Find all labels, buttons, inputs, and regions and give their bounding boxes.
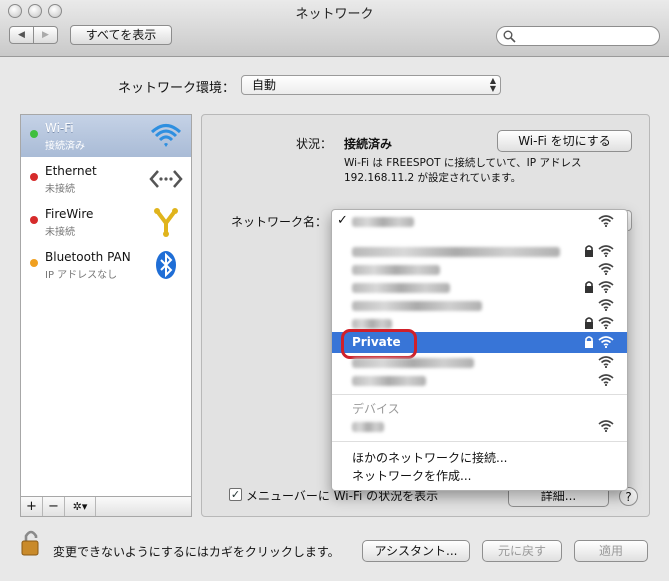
service-name: FireWire	[45, 207, 94, 221]
lock-icon	[585, 336, 593, 348]
status-dot	[30, 173, 38, 181]
redacted-network-name	[352, 217, 414, 227]
service-list-toolbar: + − ✲▾	[20, 496, 192, 517]
location-value: 自動	[252, 78, 277, 92]
redacted-device-name	[352, 422, 384, 432]
service-status: 未接続	[45, 227, 75, 238]
service-list: Wi-Fi 接続済み Ethernet 未接続 FireWire 未接続 Blu…	[20, 114, 192, 517]
bluetooth-icon	[156, 251, 176, 279]
select-arrows-icon: ▲ ▼	[489, 76, 496, 93]
window-titlebar: ネットワーク ◀ ▶ すべてを表示	[0, 0, 669, 57]
menu-item-device[interactable]	[332, 416, 627, 437]
create-network-label: ネットワークを作成...	[352, 469, 472, 483]
network-name-label: ネットワーク名：	[231, 215, 328, 229]
wifi-signal-icon	[598, 317, 614, 329]
redacted-network-name	[352, 283, 450, 293]
menu-separator	[332, 394, 627, 395]
wifi-signal-icon	[598, 356, 614, 368]
wifi-signal-icon	[598, 245, 614, 257]
service-name: Wi-Fi	[45, 121, 74, 135]
add-service-button[interactable]: +	[21, 497, 43, 516]
redacted-network-name	[352, 265, 440, 275]
apply-button[interactable]: 適用	[574, 540, 648, 562]
status-description-line2: 192.168.11.2 が設定されています。	[344, 172, 522, 184]
redacted-network-name	[352, 376, 426, 386]
service-item-wifi[interactable]: Wi-Fi 接続済み	[21, 115, 191, 157]
revert-button[interactable]: 元に戻す	[482, 540, 562, 562]
ethernet-icon	[149, 170, 183, 188]
menu-item-create-network[interactable]: ネットワークを作成...	[332, 464, 627, 485]
lock-icon	[585, 317, 593, 329]
wifi-icon	[150, 124, 182, 147]
lock-icon[interactable]	[20, 529, 42, 557]
service-status: 接続済み	[45, 141, 85, 152]
wifi-signal-icon	[598, 215, 614, 227]
status-dot	[30, 130, 38, 138]
assistant-button[interactable]: アシスタント...	[362, 540, 470, 562]
service-item-firewire[interactable]: FireWire 未接続	[21, 201, 191, 243]
back-arrow-icon: ◀	[18, 30, 25, 40]
wifi-signal-icon	[598, 299, 614, 311]
wifi-signal-icon	[598, 336, 614, 348]
redacted-network-name	[352, 358, 474, 368]
service-item-bluetooth-pan[interactable]: Bluetooth PAN IP アドレスなし	[21, 244, 191, 286]
forward-arrow-icon: ▶	[42, 30, 49, 40]
lock-icon	[585, 245, 593, 257]
search-field[interactable]	[496, 26, 660, 46]
redacted-network-name	[352, 301, 482, 311]
forward-button[interactable]: ▶	[33, 26, 58, 44]
redacted-network-name	[352, 247, 560, 257]
menu-item-network[interactable]	[332, 370, 627, 391]
service-name: Bluetooth PAN	[45, 250, 131, 264]
status-dot	[30, 216, 38, 224]
back-button[interactable]: ◀	[9, 26, 34, 44]
redacted-network-name	[352, 319, 392, 329]
firewire-icon	[154, 208, 178, 237]
location-select[interactable]: 自動 ▲ ▼	[241, 75, 501, 95]
status-label: 状況：	[296, 137, 333, 151]
menu-separator	[332, 441, 627, 442]
service-item-ethernet[interactable]: Ethernet 未接続	[21, 158, 191, 200]
service-status: 未接続	[45, 184, 75, 195]
wifi-signal-icon	[598, 281, 614, 293]
window-title: ネットワーク	[295, 7, 374, 22]
service-status: IP アドレスなし	[45, 270, 118, 281]
wifi-signal-icon	[598, 263, 614, 275]
checkmark-icon: ✓	[337, 213, 348, 228]
show-all-button[interactable]: すべてを表示	[70, 25, 172, 45]
network-menu: ✓ Private デバイス ほかのネットワークに接続... ネットワークを作成…	[331, 209, 628, 491]
wifi-signal-icon	[598, 374, 614, 386]
search-icon	[503, 30, 516, 43]
devices-section-header: デバイス	[352, 402, 400, 416]
remove-service-button[interactable]: −	[43, 497, 65, 516]
show-status-checkbox[interactable]: ✓	[229, 488, 242, 501]
status-dot	[30, 259, 38, 267]
location-label: ネットワーク環境：	[118, 81, 236, 96]
lock-hint-text: 変更できないようにするにはカギをクリックします。	[53, 545, 340, 559]
turn-off-wifi-button[interactable]: Wi-Fi を切にする	[497, 130, 632, 152]
status-value: 接続済み	[344, 137, 393, 151]
lock-icon	[585, 281, 593, 293]
menu-item-current-network[interactable]: ✓	[332, 211, 627, 232]
gear-menu-button[interactable]: ✲▾	[65, 497, 96, 516]
service-name: Ethernet	[45, 164, 97, 178]
status-description-line1: Wi-Fi は FREESPOT に接続していて、IP アドレス	[344, 157, 582, 169]
wifi-signal-icon	[598, 420, 614, 432]
